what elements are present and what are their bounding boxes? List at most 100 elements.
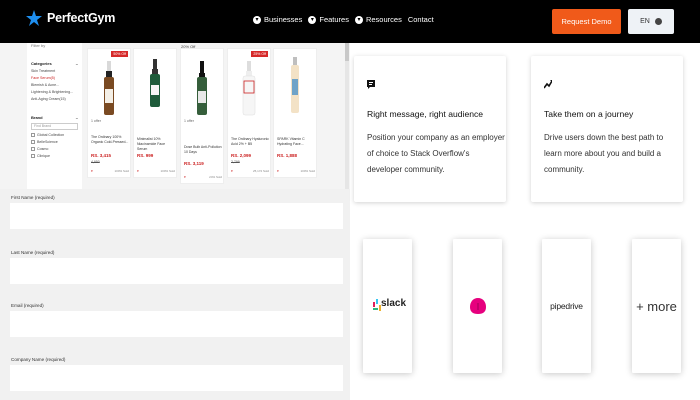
request-demo-button[interactable]: Request Demo — [552, 9, 621, 34]
language-selector[interactable]: EN — [628, 9, 674, 34]
checkbox-icon — [31, 133, 35, 137]
serum-bottle-image — [197, 61, 207, 115]
category-link[interactable]: Anti-Aging Cream(15) — [31, 97, 78, 101]
heart-icon[interactable]: ♥ — [231, 169, 233, 173]
product-card[interactable]: 50% Off 1 offer The Ordinary 100% Organi… — [87, 48, 131, 178]
brand-heading-label: Brand — [31, 115, 43, 120]
language-label: EN — [640, 18, 650, 25]
category-heading-label: Categories — [31, 61, 52, 66]
product-old-price: 2,799 — [231, 160, 240, 164]
category-link[interactable]: Skin Treatment — [31, 69, 78, 73]
signup-form: First Name (required) Last Name (require… — [0, 189, 350, 400]
feature-card: Take them on a journey Drive users down … — [531, 56, 683, 202]
sold-label: 100% Sold — [300, 169, 315, 173]
product-card[interactable]: Minimalist 10% Niacinamide Face Serum RS… — [133, 48, 177, 178]
heart-icon[interactable]: ♥ — [184, 175, 186, 179]
chevron-down-icon: ▾ — [308, 15, 317, 24]
product-card[interactable]: 25% Off The Ordinary Hyaluronic Acid 2% … — [227, 48, 271, 178]
main-nav: ▾ Businesses ▾ Features ▾ Resources Cont… — [253, 15, 434, 24]
brand-checkbox[interactable]: Cosmo — [31, 147, 78, 151]
integration-tile-app[interactable] — [453, 239, 502, 373]
category-link-active[interactable]: Face Serum(5) — [31, 76, 78, 80]
pipedrive-wordmark: pipedrive — [550, 301, 583, 311]
serum-bottle-image — [291, 57, 299, 113]
product-price: RS. 3,415 — [91, 153, 112, 158]
filter-search[interactable]: Filter by — [31, 43, 78, 49]
last-name-label: Last Name (required) — [11, 250, 55, 255]
nav-resources[interactable]: ▾ Resources — [354, 15, 402, 24]
message-icon — [367, 80, 375, 89]
product-name: SPARK Vitamin C Hydrating Face... — [277, 137, 305, 146]
product-meta: ♥ 100% Sold — [91, 169, 129, 173]
company-name-field[interactable] — [10, 365, 343, 391]
category-link[interactable]: Blemish & Acne... — [31, 83, 78, 87]
feature-card: Right message, right audience Position y… — [354, 56, 506, 202]
scrollbar-thumb[interactable] — [345, 43, 349, 61]
product-name: Minimalist 10% Niacinamide Face Serum — [137, 137, 166, 151]
email-field[interactable] — [10, 311, 343, 337]
serum-bottle-image — [150, 59, 160, 107]
more-integrations-label: + more — [636, 298, 677, 314]
sold-label: 100% Sold — [114, 169, 129, 173]
nav-label: Businesses — [264, 15, 303, 24]
discount-label: 20% Off — [181, 44, 196, 49]
discount-badge: 25% Off — [251, 51, 268, 57]
serum-bottle-image — [104, 61, 114, 115]
brand-checkbox[interactable]: Global Collection — [31, 133, 78, 137]
integration-tile-more[interactable]: + more — [632, 239, 681, 373]
heart-icon[interactable]: ♥ — [277, 169, 279, 173]
product-price: RS. 999 — [137, 153, 154, 158]
shop-scrollbar[interactable] — [345, 43, 349, 189]
sold-label: 24% Sold — [209, 175, 222, 179]
product-card[interactable]: 20% Off 1 offer Dose Bulb Anti-Pollution… — [180, 44, 224, 184]
nav-businesses[interactable]: ▾ Businesses — [253, 15, 302, 24]
first-name-field[interactable] — [10, 203, 343, 229]
heart-icon[interactable]: ♥ — [91, 169, 93, 173]
last-name-field[interactable] — [10, 258, 343, 284]
product-name: Dose Bulb Anti-Pollution 10 Days — [184, 145, 222, 154]
brand-checkbox[interactable]: BelleScience — [31, 140, 78, 144]
product-meta: ♥ 24% Sold — [184, 175, 222, 179]
brand-checkbox[interactable]: Clinique — [31, 154, 78, 158]
brand-option-label: Clinique — [37, 154, 50, 158]
brand-option-label: Global Collection — [37, 133, 65, 137]
nav-label: Contact — [407, 15, 434, 24]
top-navigation-bar: PerfectGym ▾ Businesses ▾ Features ▾ Res… — [0, 0, 700, 43]
nav-label: Resources — [365, 15, 402, 24]
heart-icon[interactable]: ♥ — [137, 169, 139, 173]
brand-search-input[interactable]: Find Brand — [31, 123, 78, 130]
chevron-down-icon: ▾ — [354, 15, 363, 24]
category-link[interactable]: Lightening & Brightening... — [31, 90, 78, 94]
right-panel: Right message, right audience Position y… — [350, 43, 700, 400]
nav-contact[interactable]: Contact — [408, 15, 434, 24]
chevron-down-icon: ▾ — [253, 15, 261, 24]
category-heading: Categories – — [31, 61, 78, 66]
integration-tile-slack[interactable]: slack — [363, 239, 412, 373]
feature-title: Take them on a journey — [544, 109, 634, 119]
product-meta: ♥ 100% Sold — [137, 169, 175, 173]
shop-preview: Filter by Categories – Skin Treatment Fa… — [0, 43, 350, 189]
email-label: Email (required) — [11, 303, 44, 308]
checkbox-icon — [31, 140, 35, 144]
serum-bottle-image — [242, 61, 256, 116]
brand-heading: Brand – — [31, 115, 78, 120]
product-meta: ♥ 100% Sold — [277, 169, 315, 173]
product-name: The Ordinary Hyaluronic Acid 2% + B5 — [231, 137, 269, 146]
brand-logo[interactable]: PerfectGym — [26, 10, 115, 26]
feature-title: Right message, right audience — [367, 109, 484, 119]
left-panel: Filter by Categories – Skin Treatment Fa… — [0, 43, 350, 400]
product-card[interactable]: SPARK Vitamin C Hydrating Face... RS. 1,… — [273, 48, 317, 178]
perfectgym-logo-icon — [26, 10, 42, 26]
product-price: RS. 1,888 — [277, 153, 298, 158]
company-name-label: Company Name (required) — [11, 357, 66, 362]
product-price: RS. 2,099 — [231, 153, 252, 158]
nav-features[interactable]: ▾ Features — [308, 15, 349, 24]
integration-tile-pipedrive[interactable]: pipedrive — [542, 239, 591, 373]
sold-label: 25,172 Sold — [252, 169, 269, 173]
collapse-icon[interactable]: – — [76, 61, 78, 66]
nav-label: Features — [319, 15, 349, 24]
slack-wordmark: slack — [381, 298, 407, 309]
collapse-icon[interactable]: – — [76, 115, 78, 120]
chevron-down-icon — [654, 18, 662, 25]
filter-sidebar: Filter by Categories – Skin Treatment Fa… — [27, 43, 82, 189]
